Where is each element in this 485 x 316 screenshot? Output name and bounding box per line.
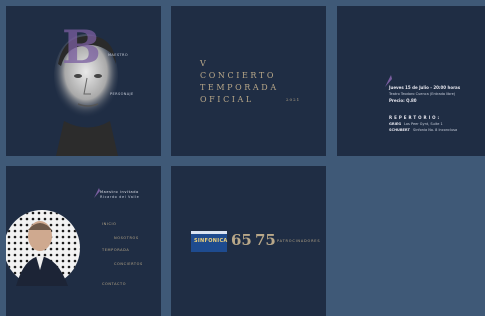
sponsor-logo-symphony: SINFONICA xyxy=(191,231,227,252)
brand-line-1: Maestro invitado xyxy=(100,190,139,194)
event-venue: Teatro Teodoro Cuenca (Entrada libre) xyxy=(389,92,456,96)
sponsor-logo-75: 75 xyxy=(255,231,276,249)
tile-sponsors[interactable]: SINFONICA 65 75 PATROCINADORES xyxy=(171,166,326,316)
event-date: Jueves 15 de Julio - 20:00 horas xyxy=(389,85,461,90)
nav-item[interactable]: CONCIERTOS xyxy=(114,262,143,266)
event-price: Precio: Q.80 xyxy=(389,98,417,103)
sponsor-logo-65: 65 xyxy=(231,231,252,249)
nav-item[interactable]: CONTACTO xyxy=(102,282,126,286)
title-line-3: TEMPORADA xyxy=(200,83,279,92)
brand-line-2: Ricardo del Valle xyxy=(100,195,140,199)
sponsor-logo-text: SINFONICA xyxy=(194,238,228,244)
feather-icon xyxy=(94,188,100,198)
nav-item[interactable]: NOSOTROS xyxy=(114,236,139,240)
title-year: 2021 xyxy=(286,97,301,102)
rep-2-composer: SCHUBERT xyxy=(389,128,410,132)
title-line-2: CONCIERTO xyxy=(200,71,276,80)
nav-item[interactable]: TEMPORADA xyxy=(102,248,129,252)
tile-portrait-card[interactable]: B MAESTRO PERSONAJE xyxy=(6,6,161,156)
tile-guest-conductor[interactable]: Maestro invitado Ricardo del Valle INICI… xyxy=(6,166,161,316)
caption-bottom: PERSONAJE xyxy=(110,92,134,96)
caption-top: MAESTRO xyxy=(108,53,128,57)
title-line-4: OFICIAL xyxy=(200,95,254,104)
rep-1-composer: GRIEG xyxy=(389,122,402,126)
repertoire-title: REPERTORIO: xyxy=(389,115,442,120)
partners-label: PATROCINADORES xyxy=(277,239,321,243)
tile-concert-title[interactable]: V CONCIERTO TEMPORADA OFICIAL 2021 xyxy=(171,6,326,156)
rep-1-work: Los Peer Gynt, Suite 1 xyxy=(404,122,443,126)
tile-event-details[interactable]: Jueves 15 de Julio - 20:00 horas Teatro … xyxy=(337,6,485,156)
title-line-1: V xyxy=(200,59,209,68)
rep-2-work: Sinfonia No. 8 Inconclusa xyxy=(413,128,458,132)
nav-item[interactable]: INICIO xyxy=(102,222,117,226)
conductor-photo xyxy=(6,210,80,286)
brand-logo-letter: B xyxy=(62,20,101,74)
